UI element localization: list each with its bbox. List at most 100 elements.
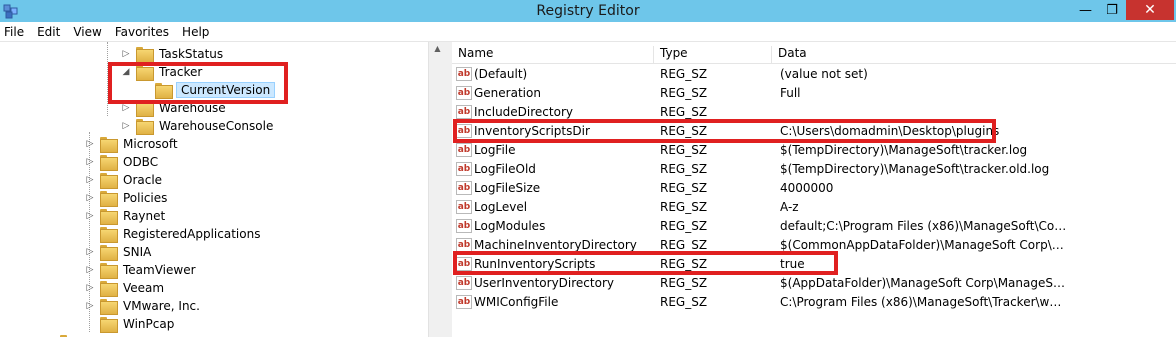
value-data: (value not set)	[780, 66, 868, 81]
string-value-icon: ab	[456, 104, 472, 119]
string-value-icon: ab	[456, 218, 472, 233]
menu-bar: File Edit View Favorites Help	[0, 22, 1176, 42]
value-data: 4000000	[780, 180, 834, 195]
title-bar: Registry Editor — ❐ ✕	[0, 0, 1176, 22]
value-type: REG_SZ	[660, 180, 708, 195]
value-type: REG_SZ	[660, 237, 708, 252]
value-name: LogFileOld	[474, 161, 536, 176]
value-name: LogFile	[474, 142, 516, 157]
expand-arrow-icon[interactable]: ▷	[84, 138, 96, 150]
tree-item-odbc[interactable]: ▷ ODBC	[84, 153, 160, 171]
no-expander	[84, 318, 96, 330]
expand-arrow-icon[interactable]: ▷	[84, 174, 96, 186]
tree-item-label: Microsoft	[123, 137, 178, 151]
value-name: UserInventoryDirectory	[474, 275, 614, 290]
tree-item-winpcap[interactable]: WinPcap	[84, 315, 176, 333]
menu-edit[interactable]: Edit	[37, 25, 60, 39]
expand-arrow-icon[interactable]: ▷	[120, 48, 132, 60]
expand-arrow-icon[interactable]: ▷	[84, 264, 96, 276]
folder-icon	[100, 299, 118, 315]
tree-item-snia[interactable]: ▷ SNIA	[84, 243, 153, 261]
folder-icon	[100, 263, 118, 279]
close-button[interactable]: ✕	[1126, 0, 1174, 20]
value-name: LogFileSize	[474, 180, 541, 195]
maximize-button[interactable]: ❐	[1099, 0, 1125, 20]
value-type: REG_SZ	[660, 161, 708, 176]
no-expander	[84, 228, 96, 240]
menu-view[interactable]: View	[73, 25, 101, 39]
column-header-type[interactable]: Type	[654, 46, 772, 64]
value-name: WMIConfigFile	[474, 294, 559, 309]
scroll-up-arrow-icon[interactable]: ▲	[429, 44, 446, 53]
value-type: REG_SZ	[660, 66, 708, 81]
value-name: LogLevel	[474, 199, 528, 214]
tree-item-label: RegisteredApplications	[123, 227, 261, 241]
folder-icon	[100, 317, 118, 333]
value-type: REG_SZ	[660, 199, 708, 214]
tree-item-veeam[interactable]: ▷ Veeam	[84, 279, 166, 297]
tree-item-label: Veeam	[123, 281, 165, 295]
tree-item-warehouseconsole[interactable]: ▷ WarehouseConsole	[120, 117, 275, 135]
value-row-generation[interactable]: ab Generation REG_SZ Full	[452, 83, 1176, 102]
expand-arrow-icon[interactable]: ▷	[84, 282, 96, 294]
tree-item-label: SNIA	[123, 245, 152, 259]
string-value-icon: ab	[456, 275, 472, 290]
tree-item-label: Policies	[123, 191, 168, 205]
value-row-default[interactable]: ab (Default) REG_SZ (value not set)	[452, 64, 1176, 83]
value-data: $(TempDirectory)\ManageSoft\tracker.log	[780, 142, 1028, 157]
tree-item-partial	[60, 333, 81, 337]
tree-item-label: VMware, Inc.	[123, 299, 200, 313]
tree-item-label: WarehouseConsole	[159, 119, 274, 133]
string-value-icon: ab	[456, 180, 472, 195]
tree-item-teamviewer[interactable]: ▷ TeamViewer	[84, 261, 198, 279]
expand-arrow-icon[interactable]: ▷	[84, 192, 96, 204]
tree-item-taskstatus[interactable]: ▷ TaskStatus	[120, 45, 225, 63]
values-list[interactable]: Name Type Data ab (Default) REG_SZ (valu…	[452, 42, 1176, 337]
folder-icon	[100, 227, 118, 243]
value-row-logfilesize[interactable]: ab LogFileSize REG_SZ 4000000	[452, 178, 1176, 197]
value-data: $(CommonAppDataFolder)\ManageSoft Corp\M…	[780, 237, 1070, 252]
tree-item-policies[interactable]: ▷ Policies	[84, 189, 169, 207]
folder-icon	[136, 47, 154, 63]
tree-item-oracle[interactable]: ▷ Oracle	[84, 171, 164, 189]
value-type: REG_SZ	[660, 142, 708, 157]
value-type: REG_SZ	[660, 218, 708, 233]
value-row-logmodules[interactable]: ab LogModules REG_SZ default;C:\Program …	[452, 216, 1176, 235]
expand-arrow-icon[interactable]: ▷	[84, 246, 96, 258]
column-header-data[interactable]: Data	[772, 46, 1176, 64]
value-row-loglevel[interactable]: ab LogLevel REG_SZ A-z	[452, 197, 1176, 216]
menu-favorites[interactable]: Favorites	[115, 25, 169, 39]
string-value-icon: ab	[456, 237, 472, 252]
menu-file[interactable]: File	[4, 25, 24, 39]
string-value-icon: ab	[456, 294, 472, 309]
string-value-icon: ab	[456, 85, 472, 100]
minimize-button[interactable]: —	[1072, 0, 1099, 20]
string-value-icon: ab	[456, 142, 472, 157]
expand-arrow-icon[interactable]: ▷	[84, 300, 96, 312]
value-type: REG_SZ	[660, 294, 708, 309]
tree-item-registeredapplications[interactable]: RegisteredApplications	[84, 225, 262, 243]
value-name: LogModules	[474, 218, 546, 233]
folder-icon	[100, 155, 118, 171]
value-row-logfileold[interactable]: ab LogFileOld REG_SZ $(TempDirectory)\Ma…	[452, 159, 1176, 178]
tree-item-raynet[interactable]: ▷ Raynet	[84, 207, 167, 225]
value-row-userinventorydirectory[interactable]: ab UserInventoryDirectory REG_SZ $(AppDa…	[452, 273, 1176, 292]
highlight-box-inventoryscriptsdir	[453, 119, 996, 143]
menu-help[interactable]: Help	[182, 25, 209, 39]
expand-arrow-icon[interactable]: ▷	[120, 120, 132, 132]
value-data: $(AppDataFolder)\ManageSoft Corp\ManageS…	[780, 275, 1070, 290]
value-row-wmiconfigfile[interactable]: ab WMIConfigFile REG_SZ C:\Program Files…	[452, 292, 1176, 311]
tree-item-microsoft[interactable]: ▷ Microsoft	[84, 135, 180, 153]
tree-item-label: WinPcap	[123, 317, 175, 331]
tree-item-vmware[interactable]: ▷ VMware, Inc.	[84, 297, 202, 315]
expand-arrow-icon[interactable]: ▷	[84, 156, 96, 168]
folder-icon	[100, 281, 118, 297]
string-value-icon: ab	[456, 66, 472, 81]
tree-item-label: TeamViewer	[123, 263, 196, 277]
string-value-icon: ab	[456, 199, 472, 214]
tree-scrollbar[interactable]: ▲	[428, 42, 446, 337]
folder-icon	[100, 191, 118, 207]
column-header-name[interactable]: Name	[452, 46, 654, 64]
folder-icon	[100, 245, 118, 261]
expand-arrow-icon[interactable]: ▷	[84, 210, 96, 222]
